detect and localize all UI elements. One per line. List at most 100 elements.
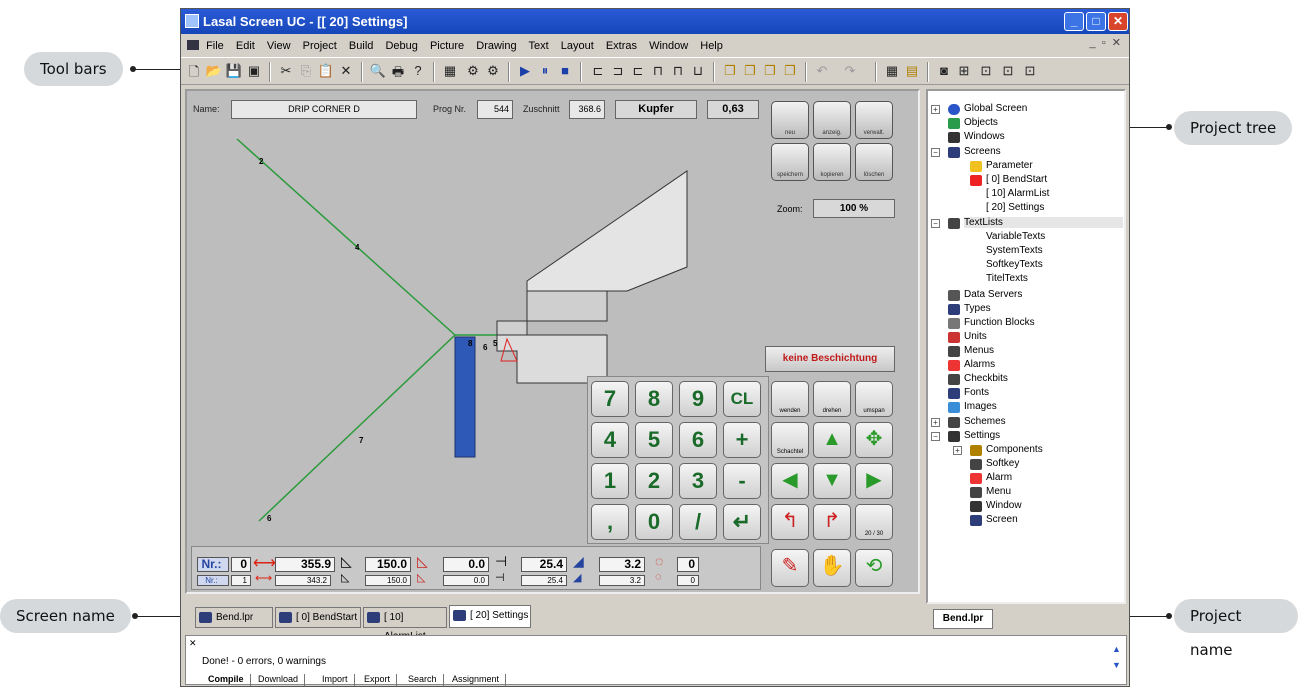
tree-item[interactable]: [ 10] AlarmList — [986, 188, 1049, 199]
tree-item[interactable]: Menu — [970, 486, 1011, 498]
show-button[interactable]: anzeig. — [813, 101, 851, 139]
tree-item[interactable]: VariableTexts — [986, 231, 1045, 242]
expand-icon[interactable]: + — [953, 446, 962, 455]
hand-icon[interactable]: ✋ — [813, 549, 851, 587]
menu-project[interactable]: Project — [303, 40, 337, 52]
group-icon[interactable]: ⊡ — [977, 63, 995, 79]
find-icon[interactable]: 🔍 — [369, 63, 387, 79]
menu-debug[interactable]: Debug — [385, 40, 417, 52]
box-button[interactable]: Schachtel — [771, 422, 809, 458]
key-6[interactable]: 6 — [679, 422, 717, 458]
tree-item[interactable]: Checkbits — [948, 373, 1008, 385]
tree-item[interactable]: Data Servers — [948, 289, 1022, 301]
menu-window[interactable]: Window — [649, 40, 688, 52]
menu-extras[interactable]: Extras — [606, 40, 637, 52]
tree-item[interactable]: Windows — [948, 131, 1005, 143]
tree-item[interactable]: Alarms — [948, 359, 995, 371]
tab-bendstart[interactable]: [ 0] BendStart — [275, 607, 361, 628]
align-top-icon[interactable]: ⊓ — [649, 63, 667, 79]
v3-value[interactable]: 0.0 — [443, 575, 489, 586]
tree-item[interactable]: Fonts — [948, 387, 989, 399]
maximize-button[interactable]: □ — [1086, 12, 1106, 31]
layer-icon[interactable]: ❐ — [761, 63, 779, 79]
menu-picture[interactable]: Picture — [430, 40, 464, 52]
key-1[interactable]: 1 — [591, 463, 629, 499]
bend-left-icon[interactable]: ↰ — [771, 504, 809, 540]
collapse-icon[interactable]: − — [931, 432, 940, 441]
angle-value[interactable]: 150.0 — [365, 575, 411, 586]
delete-button[interactable]: löschen — [855, 143, 893, 181]
tab-assignment[interactable]: Assignment — [446, 674, 507, 686]
arrow-up-icon[interactable]: ▲ — [813, 422, 851, 458]
coating-button[interactable]: keine Beschichtung — [765, 346, 895, 372]
key-5[interactable]: 5 — [635, 422, 673, 458]
tab-compile[interactable]: Compile — [202, 674, 251, 686]
close-output-icon[interactable]: ✕ — [189, 638, 197, 649]
key-8[interactable]: 8 — [635, 381, 673, 417]
tree-item[interactable]: Screens — [948, 146, 1001, 158]
tree-icon[interactable]: ⊞ — [955, 63, 973, 79]
menu-help[interactable]: Help — [700, 40, 723, 52]
tree-item[interactable]: Units — [948, 331, 987, 343]
key-9[interactable]: 9 — [679, 381, 717, 417]
tree-item[interactable]: Types — [948, 303, 991, 315]
menu-drawing[interactable]: Drawing — [476, 40, 516, 52]
nr-value[interactable]: 1 — [231, 575, 251, 586]
tab-bend-lpr[interactable]: Bend.lpr — [195, 607, 273, 628]
collapse-icon[interactable]: − — [931, 148, 940, 157]
scroll-down-icon[interactable]: ▼ — [1112, 660, 1121, 670]
cycle-icon[interactable]: ⟲ — [855, 549, 893, 587]
tab-search[interactable]: Search — [402, 674, 444, 686]
pause-icon[interactable]: ⏸ — [536, 63, 554, 79]
manage-button[interactable]: verwalt. — [855, 101, 893, 139]
v5-value[interactable]: 3.2 — [599, 575, 645, 586]
tree-item[interactable]: SoftkeyTexts — [986, 259, 1043, 270]
tree-item[interactable]: [ 0] BendStart — [970, 174, 1047, 186]
minimize-button[interactable]: _ — [1064, 12, 1084, 31]
tree-item[interactable]: Global Screen — [948, 103, 1027, 115]
project-name-tab[interactable]: Bend.lpr — [933, 609, 993, 629]
v5-value[interactable]: 3.2 — [599, 557, 645, 572]
copy-button[interactable]: kopieren — [813, 143, 851, 181]
tree-item[interactable]: Objects — [948, 117, 998, 129]
mdi-controls[interactable]: _ ▫ ✕ — [1090, 36, 1121, 49]
new-button[interactable]: neu — [771, 101, 809, 139]
menu-edit[interactable]: Edit — [236, 40, 255, 52]
menu-text[interactable]: Text — [528, 40, 548, 52]
tab-settings[interactable]: [ 20] Settings — [449, 605, 531, 628]
play-icon[interactable]: ▶ — [516, 63, 534, 79]
v3-value[interactable]: 0.0 — [443, 557, 489, 572]
align-bottom-icon[interactable]: ⊔ — [689, 63, 707, 79]
tree-item[interactable]: Schemes — [948, 416, 1006, 428]
paste-icon[interactable]: 📋 — [317, 63, 335, 79]
cut-icon[interactable]: ✂ — [277, 63, 295, 79]
arrow-right-icon[interactable]: ▶ — [855, 463, 893, 499]
key-comma[interactable]: , — [591, 504, 629, 540]
tree-item[interactable]: [ 20] Settings — [986, 202, 1044, 213]
tree-item-selected[interactable]: TextLists — [948, 217, 1123, 229]
menu-layout[interactable]: Layout — [561, 40, 594, 52]
build-icon[interactable]: ⚙ — [484, 63, 502, 79]
tree-item[interactable]: TitelTexts — [986, 273, 1028, 284]
key-0[interactable]: 0 — [635, 504, 673, 540]
stop-icon[interactable]: ■ — [556, 63, 574, 78]
align-center-icon[interactable]: ⊐ — [609, 63, 627, 79]
program-error-icon[interactable]: ✎ — [771, 549, 809, 587]
undo-icon[interactable]: ↶ — [813, 63, 831, 79]
view-icon[interactable]: ◙ — [935, 63, 953, 78]
bend-right-icon[interactable]: ↱ — [813, 504, 851, 540]
tree-item[interactable]: SystemTexts — [986, 245, 1043, 256]
key-enter[interactable]: ↵ — [723, 504, 761, 540]
tree-item[interactable]: Function Blocks — [948, 317, 1035, 329]
key-plus[interactable]: + — [723, 422, 761, 458]
screen-editor[interactable]: Name: DRIP CORNER D Prog Nr. 544 Zuschni… — [185, 89, 920, 594]
v4-value[interactable]: 25.4 — [521, 557, 567, 572]
v4-value[interactable]: 25.4 — [521, 575, 567, 586]
key-4[interactable]: 4 — [591, 422, 629, 458]
nr-value[interactable]: 0 — [231, 557, 251, 572]
tree-item[interactable]: Window — [970, 500, 1022, 512]
key-minus[interactable]: - — [723, 463, 761, 499]
save-icon[interactable]: 💾 — [225, 63, 243, 79]
expand-icon[interactable]: + — [931, 418, 940, 427]
tree-item[interactable]: Settings — [948, 430, 1000, 442]
